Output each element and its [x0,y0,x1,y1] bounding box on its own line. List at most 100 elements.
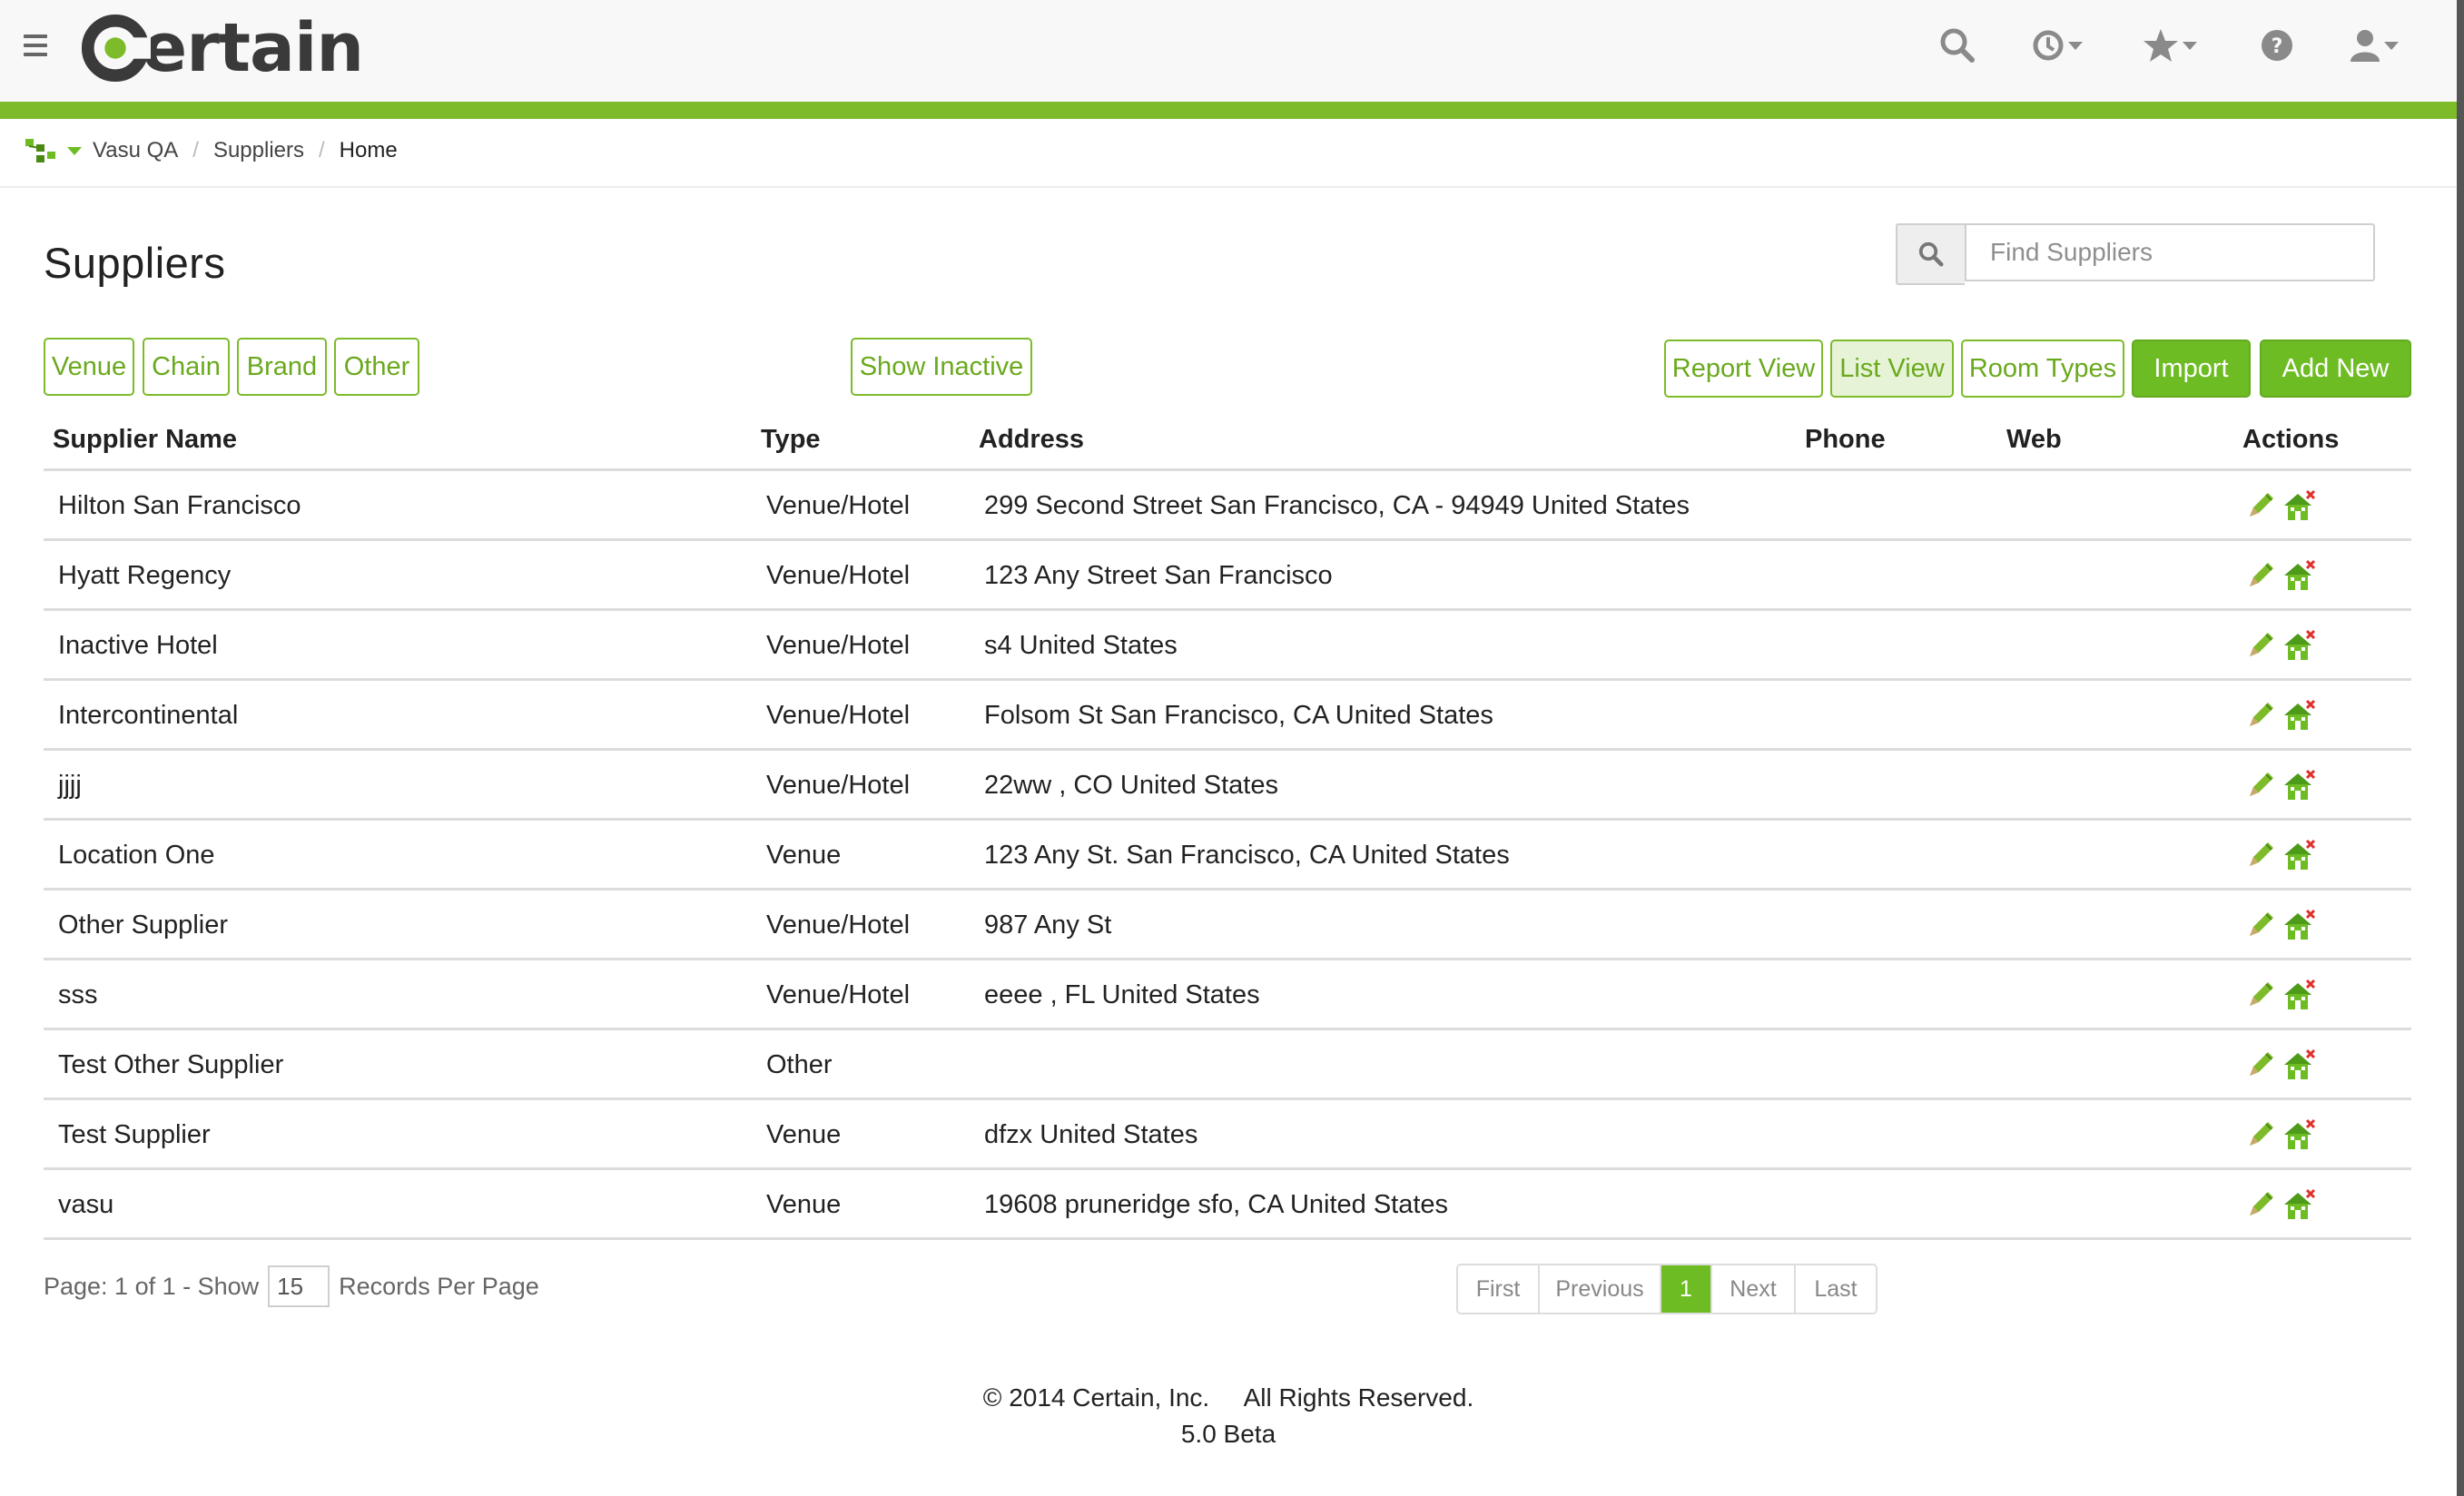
filter-brand-button[interactable]: Brand [237,338,327,396]
supplier-address: dfzx United States [984,1120,1198,1149]
page-current-button[interactable]: 1 [1661,1265,1712,1313]
supplier-name[interactable]: Location One [58,841,215,871]
import-button[interactable]: Import [2132,340,2251,398]
table-row[interactable]: jjjj Venue/Hotel 22ww , CO United States [44,751,2411,821]
supplier-name[interactable]: Hilton San Francisco [58,491,301,521]
supplier-name[interactable]: Other Supplier [58,910,228,940]
records-per-page-input[interactable] [268,1265,330,1307]
help-icon[interactable]: ? [2261,22,2293,69]
edit-icon[interactable] [2246,489,2277,520]
table-row[interactable]: Other Supplier Venue/Hotel 987 Any St [44,891,2411,960]
show-inactive-button[interactable]: Show Inactive [851,338,1032,396]
page-first-button[interactable]: First [1458,1265,1540,1313]
search-icon[interactable] [1939,22,1976,69]
column-header-address[interactable]: Address [979,425,1084,455]
supplier-address: Folsom St San Francisco, CA United State… [984,701,1493,730]
delete-venue-icon[interactable] [2282,1188,2317,1221]
certain-logo[interactable]: ertain [80,7,364,89]
table-row[interactable]: Hyatt Regency Venue/Hotel 123 Any Street… [44,541,2411,611]
search-button[interactable] [1896,223,1965,285]
logo-c-mark [81,14,151,83]
delete-venue-icon[interactable] [2282,559,2317,592]
table-row[interactable]: Intercontinental Venue/Hotel Folsom St S… [44,681,2411,751]
row-actions [2246,489,2317,522]
supplier-address: 299 Second Street San Francisco, CA - 94… [984,491,1690,520]
edit-icon[interactable] [2246,699,2277,730]
supplier-address: 987 Any St [984,910,1112,940]
menu-icon[interactable] [24,34,47,62]
star-icon [2144,29,2178,62]
supplier-address: 19608 pruneridge sfo, CA United States [984,1190,1449,1219]
breadcrumb-item-account[interactable]: Vasu QA [93,138,178,163]
search-input[interactable] [1965,223,2375,281]
edit-icon[interactable] [2246,979,2277,1009]
edit-icon[interactable] [2246,769,2277,800]
edit-icon[interactable] [2246,1048,2277,1079]
report-view-button[interactable]: Report View [1664,340,1823,398]
supplier-name[interactable]: vasu [58,1190,113,1220]
column-header-type[interactable]: Type [761,425,821,455]
supplier-type: Venue/Hotel [766,771,911,800]
history-menu[interactable] [2032,22,2083,69]
sitemap-icon[interactable] [24,135,82,166]
row-actions [2246,629,2317,662]
filter-chain-button[interactable]: Chain [143,338,230,396]
supplier-type: Venue/Hotel [766,701,911,730]
edit-icon[interactable] [2246,629,2277,660]
filter-other-button[interactable]: Other [334,338,419,396]
table-row[interactable]: Location One Venue 123 Any St. San Franc… [44,821,2411,891]
row-actions [2246,909,2317,941]
table-row[interactable]: Test Other Supplier Other [44,1030,2411,1100]
supplier-name[interactable]: Test Supplier [58,1120,211,1150]
list-view-button[interactable]: List View [1830,340,1954,398]
window-edge [2457,0,2464,1496]
delete-venue-icon[interactable] [2282,979,2317,1011]
delete-venue-icon[interactable] [2282,1048,2317,1081]
room-types-button[interactable]: Room Types [1961,340,2124,398]
edit-icon[interactable] [2246,559,2277,590]
edit-icon[interactable] [2246,909,2277,940]
delete-venue-icon[interactable] [2282,1118,2317,1151]
delete-venue-icon[interactable] [2282,489,2317,522]
delete-venue-icon[interactable] [2282,769,2317,802]
edit-icon[interactable] [2246,839,2277,870]
paging-info: Page: 1 of 1 - Show Records Per Page [44,1265,539,1307]
pagination: First Previous 1 Next Last [1456,1264,1878,1314]
edit-icon[interactable] [2246,1188,2277,1219]
supplier-name[interactable]: Inactive Hotel [58,631,218,661]
table-row[interactable]: sss Venue/Hotel eeee , FL United States [44,960,2411,1030]
table-row[interactable]: Inactive Hotel Venue/Hotel s4 United Sta… [44,611,2411,681]
supplier-name[interactable]: Intercontinental [58,701,238,731]
delete-venue-icon[interactable] [2282,629,2317,662]
edit-icon[interactable] [2246,1118,2277,1149]
table-row[interactable]: Hilton San Francisco Venue/Hotel 299 Sec… [44,471,2411,541]
supplier-name[interactable]: Test Other Supplier [58,1050,283,1080]
supplier-search [1896,223,2375,285]
supplier-type: Venue/Hotel [766,631,911,660]
favorites-menu[interactable] [2143,22,2197,69]
table-row[interactable]: vasu Venue 19608 pruneridge sfo, CA Unit… [44,1170,2411,1240]
delete-venue-icon[interactable] [2282,699,2317,732]
column-header-web[interactable]: Web [2006,425,2062,455]
supplier-name[interactable]: sss [58,980,98,1010]
supplier-type: Venue/Hotel [766,980,911,1009]
supplier-type: Venue/Hotel [766,910,911,940]
page-next-button[interactable]: Next [1712,1265,1796,1313]
add-new-button[interactable]: Add New [2260,340,2411,398]
user-menu[interactable] [2350,22,2399,69]
table-row[interactable]: Test Supplier Venue dfzx United States [44,1100,2411,1170]
delete-venue-icon[interactable] [2282,839,2317,871]
breadcrumb-separator: / [192,138,199,162]
supplier-name[interactable]: jjjj [58,771,82,801]
breadcrumb-divider [0,186,2457,188]
page-previous-button[interactable]: Previous [1540,1265,1661,1313]
page-last-button[interactable]: Last [1796,1265,1876,1313]
breadcrumb-item-suppliers[interactable]: Suppliers [213,138,304,163]
supplier-name[interactable]: Hyatt Regency [58,561,231,591]
history-icon [2033,30,2064,61]
filter-venue-button[interactable]: Venue [44,338,134,396]
column-header-name[interactable]: Supplier Name [53,425,237,455]
row-actions [2246,699,2317,732]
delete-venue-icon[interactable] [2282,909,2317,941]
column-header-phone[interactable]: Phone [1805,425,1886,455]
